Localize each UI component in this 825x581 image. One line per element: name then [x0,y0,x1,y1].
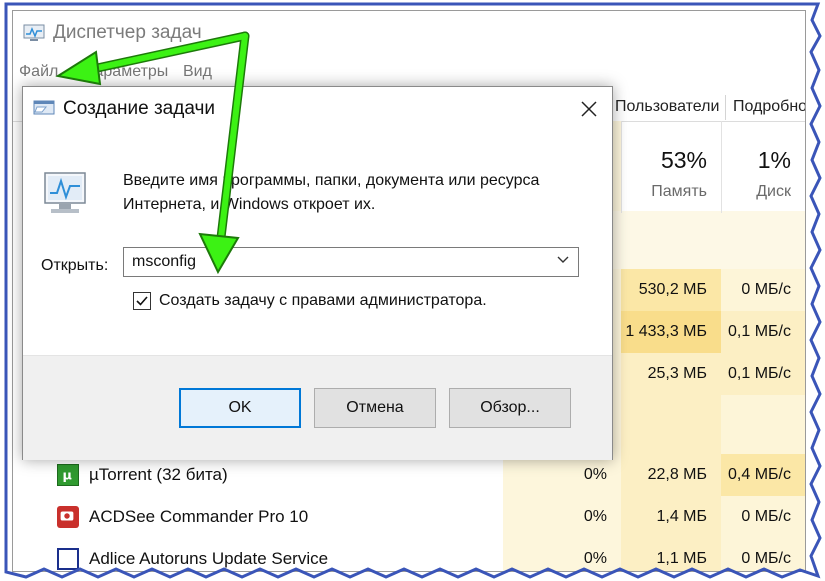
memory-cell: 1,4 МБ [656,508,707,525]
disk-cell: 0,4 МБ/с [721,454,805,496]
create-task-dialog: Создание задачи Введите имя программы, п… [22,86,613,460]
chevron-down-icon[interactable] [556,252,570,268]
cpu-cell: 0% [583,508,607,525]
open-combobox[interactable]: msconfig [123,247,579,277]
memory-cell: 530,2 МБ [621,269,721,311]
close-button[interactable] [566,87,612,131]
task-manager-icon [23,24,45,41]
disk-cell: 0 МБ/с [741,508,791,525]
adlice-icon [57,548,79,570]
run-program-icon [44,172,86,213]
task-manager-titlebar: Диспетчер задач [13,11,805,55]
table-row[interactable]: µ µTorrent (32 бита) 0% 22,8 МБ 0,4 МБ/с [13,454,805,496]
checkmark-icon [136,296,148,306]
tab-users[interactable]: Пользователи [609,95,727,120]
open-label: Открыть: [41,257,109,274]
disk-column-header[interactable]: 1% Диск [721,121,805,213]
process-name: ACDSee Commander Pro 10 [89,507,309,526]
acdsee-icon [57,506,79,528]
memory-cell: 1 433,3 МБ [621,311,721,353]
disk-percent: 1% [757,147,791,173]
process-name: µTorrent (32 бита) [89,465,228,484]
menu-file[interactable]: Файл [19,63,58,81]
task-manager-title: Диспетчер задач [53,22,202,43]
dialog-description: Введите имя программы, папки, документа … [123,172,540,213]
task-manager-menubar: Файл Параметры Вид [13,61,805,85]
process-name: Adlice Autoruns Update Service [89,549,329,568]
dialog-titlebar: Создание задачи [23,87,612,131]
memory-label: Память [651,183,707,200]
cpu-cell: 0% [583,466,607,483]
menu-view[interactable]: Вид [183,63,212,81]
admin-checkbox-label[interactable]: Создать задачу с правами администратора. [159,292,487,310]
run-icon [33,100,55,115]
open-input-value[interactable]: msconfig [132,253,196,271]
dialog-title: Создание задачи [63,98,215,119]
disk-label: Диск [756,183,791,200]
ok-button[interactable]: OK [179,388,301,428]
svg-text:µ: µ [63,468,72,483]
table-row[interactable]: Adlice Autoruns Update Service 0% 1,1 МБ… [13,538,805,571]
disk-cell: 0 МБ/с [741,550,791,567]
memory-column-header[interactable]: 53% Память [621,121,721,213]
disk-cell: 0,1 МБ/с [721,353,805,395]
tab-details[interactable]: Подробности [727,95,805,120]
browse-button[interactable]: Обзор... [449,388,571,428]
disk-cell: 0,1 МБ/с [721,311,805,353]
table-row[interactable]: ACDSee Commander Pro 10 0% 1,4 МБ 0 МБ/с [13,496,805,538]
utorrent-icon: µ [57,464,79,486]
screenshot-stage: Диспетчер задач Файл Параметры Вид Польз… [0,0,825,581]
disk-cell: 0 МБ/с [741,281,791,298]
close-icon [581,101,597,117]
admin-checkbox[interactable] [133,292,151,310]
menu-parameters[interactable]: Параметры [83,63,168,81]
dialog-footer: OK Отмена Обзор... [23,355,612,460]
memory-cell: 25,3 МБ [621,353,721,395]
cpu-cell: 0% [583,550,607,567]
cancel-button[interactable]: Отмена [314,388,436,428]
memory-cell: 1,1 МБ [656,550,707,567]
memory-cell: 22,8 МБ [621,454,721,496]
memory-percent: 53% [660,147,707,173]
